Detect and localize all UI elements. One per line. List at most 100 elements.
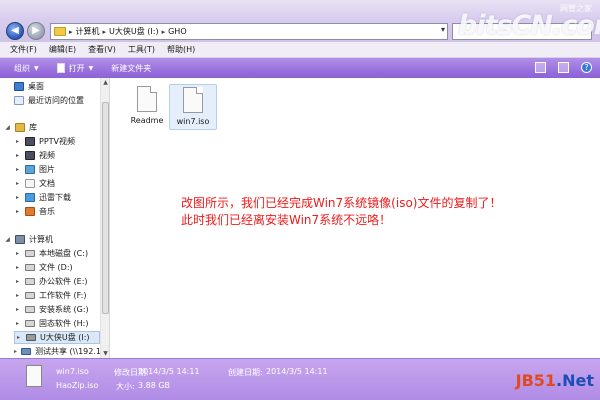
expand-arrow-icon[interactable]: ▸: [14, 180, 21, 187]
sidebar-item-label: U大侠U盘 (I:): [40, 333, 90, 342]
sidebar-item-drive-e[interactable]: ▸ 办公软件 (E:): [14, 275, 88, 288]
watermark-brand: bitsCN.com: [458, 10, 600, 41]
collapse-arrow-icon[interactable]: ◢: [4, 236, 11, 243]
organize-button[interactable]: 组织 ▼: [14, 63, 39, 74]
desktop-icon: [14, 82, 24, 91]
logo-part-2: .Net: [556, 371, 594, 390]
drive-icon: [25, 250, 35, 257]
forward-button[interactable]: ▶: [27, 22, 45, 40]
usb-drive-icon: [26, 334, 36, 341]
sidebar-item-label: 视频: [39, 151, 55, 160]
scroll-up-icon[interactable]: ▲: [101, 78, 110, 87]
sidebar-item-music[interactable]: ▸ 音乐: [14, 205, 55, 218]
new-folder-label: 新建文件夹: [111, 63, 152, 73]
view-options-icon[interactable]: [535, 62, 546, 73]
sidebar-item-network-share[interactable]: ▸ 测试共享 (\\192.1: [14, 345, 100, 358]
computer-icon: [15, 235, 25, 244]
details-size-value: 3.88 GB: [138, 381, 171, 390]
logo-part-1: JB51: [515, 371, 557, 390]
menu-view[interactable]: 查看(V): [88, 44, 116, 55]
chevron-down-icon: ▼: [88, 64, 94, 72]
sidebar-item-label: 库: [29, 123, 37, 132]
breadcrumb-separator-icon: ▸: [161, 27, 166, 36]
music-icon: [25, 207, 35, 216]
breadcrumb-usb-drive[interactable]: U大侠U盘 (I:): [109, 26, 159, 37]
expand-arrow-icon[interactable]: ▸: [15, 334, 22, 341]
video-icon: [25, 151, 35, 160]
breadcrumb-gho[interactable]: GHO: [168, 27, 187, 36]
network-drive-icon: [21, 348, 32, 355]
sidebar-item-drive-g[interactable]: ▸ 安装系统 (G:): [14, 303, 89, 316]
watermark-tag: 网管之家: [560, 4, 592, 13]
expand-arrow-icon[interactable]: ▸: [14, 166, 21, 173]
sidebar-item-label: 本地磁盘 (C:): [39, 249, 89, 258]
sidebar-item-drive-d[interactable]: ▸ 文件 (D:): [14, 261, 73, 274]
breadcrumb-separator-icon: ▸: [102, 27, 107, 36]
annotation-message: 改图所示，我们已经完成Win7系统镜像(iso)文件的复制了！ 此时我们已经离安…: [181, 195, 511, 229]
new-folder-button[interactable]: 新建文件夹: [111, 63, 151, 74]
sidebar-item-label: PPTV视频: [39, 137, 76, 146]
sidebar-item-drive-f[interactable]: ▸ 工作软件 (F:): [14, 289, 86, 302]
folder-icon: [54, 27, 66, 36]
breadcrumb-computer[interactable]: 计算机: [76, 26, 100, 37]
expand-arrow-icon[interactable]: ▸: [14, 292, 21, 299]
sidebar-item-computer[interactable]: ◢ 计算机: [4, 233, 53, 246]
expand-arrow-icon[interactable]: ▸: [14, 348, 17, 355]
sidebar-item-label: 迅雷下载: [39, 193, 71, 202]
sidebar-item-label: 音乐: [39, 207, 55, 216]
sidebar-scrollbar[interactable]: ▲ ▼: [100, 78, 109, 358]
details-modified-value: 2014/3/5 14:11: [138, 367, 200, 376]
back-button[interactable]: ◀: [6, 22, 24, 40]
collapse-arrow-icon[interactable]: ◢: [4, 124, 11, 131]
sidebar-item-documents[interactable]: ▸ 文档: [14, 177, 55, 190]
scroll-down-icon[interactable]: ▼: [101, 349, 110, 358]
file-icon: [137, 86, 157, 112]
sidebar-item-label: 文档: [39, 179, 55, 188]
scrollbar-thumb[interactable]: [102, 102, 109, 314]
navigation-pane: 桌面 最近访问的位置 ◢ 库 ▸ PPTV视频 ▸ 视频 ▸ 图片 ▸ 文档 ▸…: [0, 78, 110, 358]
file-item-win7-iso[interactable]: win7.iso: [169, 84, 217, 130]
sidebar-item-label: 桌面: [28, 82, 44, 91]
sidebar-item-pptv[interactable]: ▸ PPTV视频: [14, 135, 75, 148]
annotation-line-2: 此时我们已经离安装Win7系统不远咯！: [181, 213, 392, 227]
expand-arrow-icon[interactable]: ▸: [14, 320, 21, 327]
address-dropdown-icon[interactable]: ▾: [441, 25, 445, 34]
sidebar-item-drive-i[interactable]: ▸ U大侠U盘 (I:): [14, 331, 100, 344]
sidebar-item-pictures[interactable]: ▸ 图片: [14, 163, 55, 176]
sidebar-item-label: 计算机: [29, 235, 53, 244]
watermark-logo: bitsCN.com 网管之家: [450, 2, 600, 42]
menu-edit[interactable]: 编辑(E): [49, 44, 76, 55]
expand-arrow-icon[interactable]: ▸: [14, 152, 21, 159]
menu-tools[interactable]: 工具(T): [128, 44, 155, 55]
preview-pane-icon[interactable]: [558, 62, 569, 73]
expand-arrow-icon[interactable]: ▸: [14, 250, 21, 257]
details-created-value: 2014/3/5 14:11: [266, 367, 328, 376]
help-icon[interactable]: ?: [581, 62, 592, 73]
sidebar-item-desktop[interactable]: 桌面: [14, 80, 44, 93]
sidebar-item-label: 文件 (D:): [39, 263, 73, 272]
expand-arrow-icon[interactable]: ▸: [14, 306, 21, 313]
title-bar: ◀ ▶ ▸ 计算机 ▸ U大侠U盘 (I:) ▸ GHO ▾ bitsCN.co…: [0, 0, 600, 42]
menu-bar: 文件(F) 编辑(E) 查看(V) 工具(T) 帮助(H): [0, 42, 600, 58]
menu-help[interactable]: 帮助(H): [167, 44, 195, 55]
address-bar[interactable]: ▸ 计算机 ▸ U大侠U盘 (I:) ▸ GHO ▾: [50, 23, 448, 40]
sidebar-item-label: 工作软件 (F:): [39, 291, 87, 300]
sidebar-item-video[interactable]: ▸ 视频: [14, 149, 55, 162]
expand-arrow-icon[interactable]: ▸: [14, 278, 21, 285]
sidebar-item-label: 办公软件 (E:): [39, 277, 88, 286]
menu-file[interactable]: 文件(F): [10, 44, 37, 55]
command-toolbar: 组织 ▼ 打开 ▼ 新建文件夹 ?: [0, 58, 600, 78]
open-button[interactable]: 打开 ▼: [56, 63, 94, 74]
document-icon: [25, 179, 35, 188]
expand-arrow-icon[interactable]: ▸: [14, 194, 21, 201]
sidebar-item-thunder-downloads[interactable]: ▸ 迅雷下载: [14, 191, 71, 204]
sidebar-item-drive-c[interactable]: ▸ 本地磁盘 (C:): [14, 247, 88, 260]
expand-arrow-icon[interactable]: ▸: [14, 138, 21, 145]
expand-arrow-icon[interactable]: ▸: [14, 264, 21, 271]
file-item-readme[interactable]: Readme: [123, 84, 171, 130]
expand-arrow-icon[interactable]: ▸: [14, 208, 21, 215]
sidebar-item-drive-h[interactable]: ▸ 固态软件 (H:): [14, 317, 89, 330]
recent-places-icon: [14, 96, 24, 105]
sidebar-item-recent-places[interactable]: 最近访问的位置: [14, 94, 84, 107]
sidebar-item-library[interactable]: ◢ 库: [4, 121, 37, 134]
